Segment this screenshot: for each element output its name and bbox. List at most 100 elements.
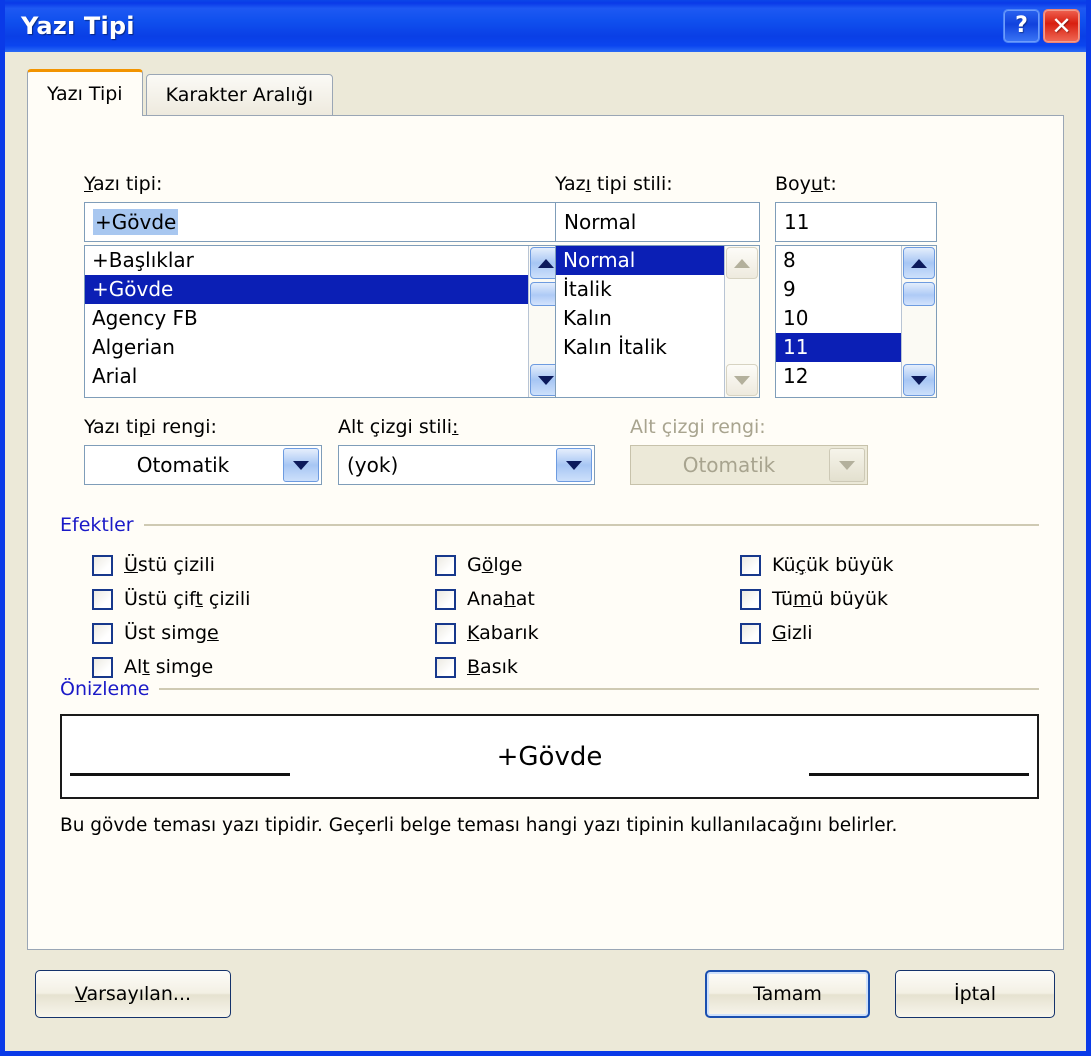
divider (159, 688, 1039, 690)
tab-label: Karakter Aralığı (165, 84, 314, 106)
chevron-up-icon (538, 258, 554, 268)
underline-color-value: Otomatik (682, 453, 776, 477)
font-color-dropdown[interactable]: Otomatik (84, 445, 322, 485)
effects-group: Efektler Üstü çizili Üstü çift çizili Üs… (60, 514, 1039, 698)
size-list[interactable]: 8 9 10 11 12 (775, 245, 937, 398)
checkbox-ustu-cizili[interactable]: Üstü çizili (92, 548, 250, 582)
checkbox-label: Üstü çizili (124, 554, 215, 576)
list-item[interactable]: İtalik (556, 275, 724, 304)
preview-group-header: Önizleme (60, 678, 1039, 700)
ok-button-label: Tamam (753, 983, 822, 1005)
checkbox-anahat[interactable]: Anahat (435, 582, 539, 616)
checkbox-box[interactable] (740, 554, 761, 576)
checkbox-label: Küçük büyük (772, 554, 894, 576)
list-item[interactable]: Arial (85, 362, 528, 391)
list-item[interactable]: Kalın İtalik (556, 333, 724, 362)
list-item[interactable]: 10 (776, 304, 901, 333)
checkbox-label: Tümü büyük (772, 588, 889, 610)
preview-rule-left (70, 773, 290, 776)
checkbox-box[interactable] (92, 588, 113, 610)
size-list-scrollbar[interactable] (901, 246, 936, 397)
checkbox-gizli[interactable]: Gizli (740, 616, 894, 650)
preview-rule-right (809, 773, 1029, 776)
underline-color-dropdown: Otomatik (630, 445, 868, 485)
checkbox-golge[interactable]: Gölge (435, 548, 539, 582)
scroll-down-button[interactable] (903, 364, 935, 396)
scroll-down-button (726, 364, 758, 396)
size-input[interactable]: 11 (775, 202, 937, 242)
list-item[interactable]: 8 (776, 246, 901, 275)
list-item[interactable]: +Gövde (85, 275, 528, 304)
chevron-down-icon[interactable] (556, 448, 592, 482)
checkbox-box[interactable] (435, 656, 456, 678)
cancel-button[interactable]: İptal (895, 970, 1055, 1018)
style-list[interactable]: Normal İtalik Kalın Kalın İtalik (555, 245, 760, 398)
style-input[interactable]: Normal (555, 202, 760, 242)
tab-karakter-araligi[interactable]: Karakter Aralığı (145, 74, 334, 116)
underline-style-dropdown[interactable]: (yok) (338, 445, 595, 485)
window-title: Yazı Tipi (21, 12, 135, 40)
close-button[interactable]: ✕ (1043, 9, 1080, 43)
font-label-rest: azı tipi: (93, 173, 163, 195)
list-item[interactable]: Algerian (85, 333, 528, 362)
effects-column-2: Gölge Anahat Kabarık Basık (435, 548, 539, 684)
font-name-input[interactable]: +Gövde (84, 202, 564, 242)
underline-style-label: Alt çizgi stili: (338, 416, 459, 438)
tab-yazi-tipi[interactable]: Yazı Tipi (27, 69, 143, 116)
checkbox-label: Anahat (467, 588, 535, 610)
checkbox-label: Üstü çift çizili (124, 588, 251, 610)
checkbox-label: Üst simge (124, 622, 219, 644)
size-label: Boyut: (775, 173, 837, 195)
scroll-up-button[interactable] (903, 247, 935, 279)
chevron-down-icon (911, 375, 927, 385)
list-item[interactable]: 11 (776, 333, 901, 362)
chevron-down-icon (734, 375, 750, 385)
default-button[interactable]: Varsayılan... (35, 970, 231, 1018)
checkbox-ust-simge[interactable]: Üst simge (92, 616, 250, 650)
font-color-group: Yazı tipi rengi: Otomatik (84, 416, 322, 485)
underline-style-group: Alt çizgi stili: (yok) (338, 416, 595, 485)
checkbox-box[interactable] (435, 588, 456, 610)
font-name-value: +Gövde (93, 209, 179, 235)
checkbox-tumu-buyuk[interactable]: Tümü büyük (740, 582, 894, 616)
underline-style-value: (yok) (347, 453, 399, 477)
checkbox-box[interactable] (435, 554, 456, 576)
style-list-items: Normal İtalik Kalın Kalın İtalik (556, 246, 724, 397)
effects-column-1: Üstü çizili Üstü çift çizili Üst simge A… (92, 548, 250, 684)
checkbox-kucuk-buyuk[interactable]: Küçük büyük (740, 548, 894, 582)
checkbox-box[interactable] (740, 588, 761, 610)
checkbox-box[interactable] (435, 622, 456, 644)
list-item[interactable]: Kalın (556, 304, 724, 333)
checkbox-label: Alt simge (124, 656, 214, 678)
list-item[interactable]: Agency FB (85, 304, 528, 333)
preview-group-title: Önizleme (60, 678, 150, 700)
checkbox-box[interactable] (92, 656, 113, 678)
effects-group-title: Efektler (60, 514, 134, 536)
checkbox-kabarik[interactable]: Kabarık (435, 616, 539, 650)
list-item[interactable]: Normal (556, 246, 724, 275)
style-value: Normal (564, 210, 637, 234)
checkbox-label: Gölge (467, 554, 523, 576)
preview-group: Önizleme +Gövde Bu gövde teması yazı tip… (60, 678, 1039, 836)
ok-button[interactable]: Tamam (705, 970, 870, 1018)
list-item[interactable]: 9 (776, 275, 901, 304)
preview-box: +Gövde (60, 714, 1039, 799)
chevron-down-icon[interactable] (283, 448, 319, 482)
font-color-value: Otomatik (136, 453, 230, 477)
font-color-label: Yazı tipi rengi: (84, 416, 217, 438)
font-list-items: +Başlıklar +Gövde Agency FB Algerian Ari… (85, 246, 528, 397)
checkbox-box[interactable] (92, 554, 113, 576)
chevron-up-icon (911, 258, 927, 268)
font-list[interactable]: +Başlıklar +Gövde Agency FB Algerian Ari… (84, 245, 564, 398)
list-item[interactable]: 12 (776, 362, 901, 391)
scroll-thumb[interactable] (903, 282, 935, 306)
help-button[interactable]: ? (1003, 9, 1040, 43)
style-list-scrollbar[interactable] (724, 246, 759, 397)
effects-checkbox-grid: Üstü çizili Üstü çift çizili Üst simge A… (60, 548, 1039, 698)
checkbox-label: Basık (467, 656, 518, 678)
list-item[interactable]: +Başlıklar (85, 246, 528, 275)
checkbox-box[interactable] (740, 622, 761, 644)
checkbox-ustu-cift-cizili[interactable]: Üstü çift çizili (92, 582, 250, 616)
checkbox-box[interactable] (92, 622, 113, 644)
size-value: 11 (784, 210, 810, 234)
